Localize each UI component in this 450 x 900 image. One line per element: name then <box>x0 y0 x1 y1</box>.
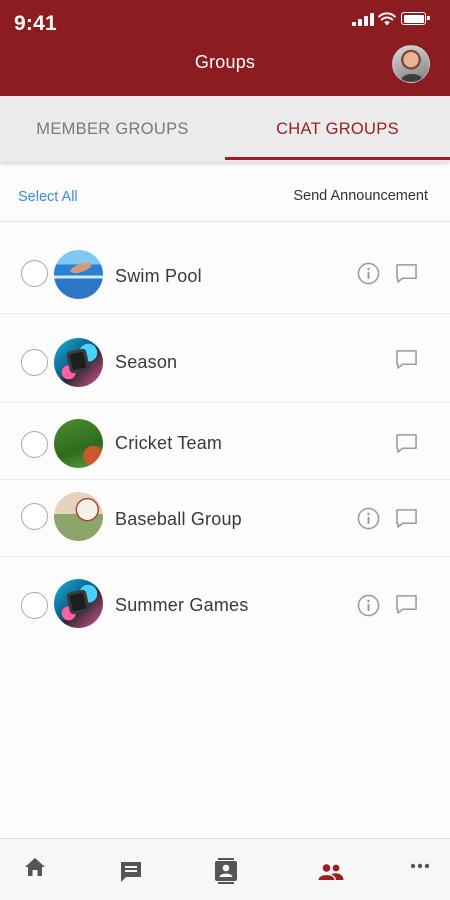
list-item[interactable]: Swim Pool <box>0 222 450 314</box>
active-tab-indicator <box>225 157 450 160</box>
status-icons <box>352 12 430 28</box>
tab-chat-groups[interactable]: CHAT GROUPS <box>225 96 450 162</box>
page-title: Groups <box>194 52 256 72</box>
select-radio[interactable] <box>21 349 48 376</box>
group-name: Cricket Team <box>115 433 223 453</box>
signal-icon <box>352 12 374 26</box>
group-name: Baseball Group <box>115 509 242 529</box>
group-image <box>54 492 103 541</box>
contacts-icon <box>215 858 237 884</box>
select-radio[interactable] <box>21 503 48 530</box>
list-item[interactable]: Summer Games <box>0 557 450 652</box>
chat-icon[interactable] <box>395 594 418 615</box>
chat-icon[interactable] <box>395 349 418 370</box>
info-icon[interactable] <box>357 262 380 285</box>
more-icon <box>410 863 430 869</box>
select-radio[interactable] <box>21 592 48 619</box>
group-name: Swim Pool <box>115 266 202 286</box>
select-radio[interactable] <box>21 431 48 458</box>
list-item[interactable]: Season <box>0 314 450 403</box>
messages-icon <box>121 862 141 882</box>
chat-icon[interactable] <box>395 508 418 529</box>
nav-groups[interactable] <box>301 839 361 900</box>
select-radio[interactable] <box>21 260 48 287</box>
group-image <box>54 338 103 387</box>
send-announcement-link[interactable]: Send Announcement <box>293 188 428 204</box>
group-name: Season <box>115 352 178 372</box>
battery-icon <box>401 12 430 25</box>
tab-member-groups[interactable]: MEMBER GROUPS <box>0 96 225 162</box>
group-image <box>54 250 103 299</box>
select-all-link[interactable]: Select All <box>18 189 78 205</box>
nav-home[interactable] <box>5 839 65 900</box>
group-image <box>54 579 103 628</box>
profile-avatar[interactable] <box>392 45 430 83</box>
nav-contacts[interactable] <box>196 839 256 900</box>
info-icon[interactable] <box>357 507 380 530</box>
actions-bar: Select All Send Announcement <box>0 162 450 222</box>
bottom-nav <box>0 838 450 900</box>
list-item[interactable]: Cricket Team <box>0 403 450 480</box>
group-image <box>54 419 103 468</box>
status-time: 9:41 <box>14 12 57 35</box>
list-item[interactable]: Baseball Group <box>0 480 450 557</box>
nav-more[interactable] <box>390 839 450 900</box>
chat-icon[interactable] <box>395 433 418 454</box>
home-icon <box>25 858 45 876</box>
info-icon[interactable] <box>357 594 380 617</box>
group-tabs: MEMBER GROUPS CHAT GROUPS <box>0 96 450 162</box>
wifi-icon <box>378 12 396 26</box>
app-header: 9:41 Groups <box>0 0 450 96</box>
chat-icon[interactable] <box>395 263 418 284</box>
groups-icon <box>318 864 344 880</box>
nav-messages[interactable] <box>101 839 161 900</box>
group-name: Summer Games <box>115 595 249 615</box>
